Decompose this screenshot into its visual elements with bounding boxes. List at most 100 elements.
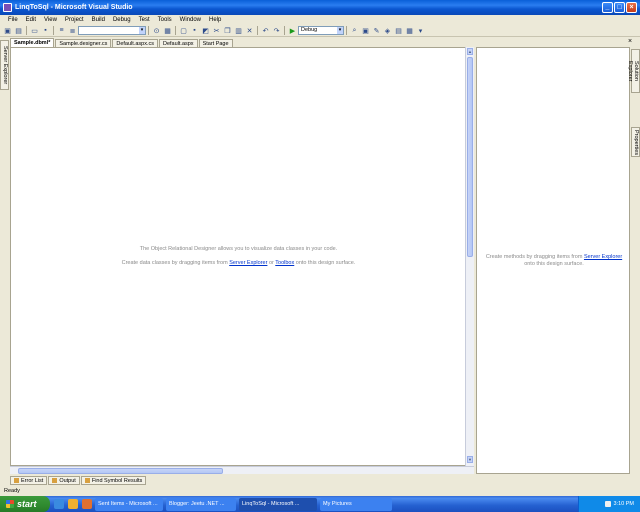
outdent-icon[interactable]: ≣ <box>68 26 77 35</box>
menu-help[interactable]: Help <box>205 17 225 23</box>
menu-tools[interactable]: Tools <box>154 17 176 23</box>
output-icon <box>52 478 58 483</box>
solution-explorer-icon[interactable]: ▣ <box>361 26 370 35</box>
methods-server-explorer-link[interactable]: Server Explorer <box>584 254 622 260</box>
error-list-label: Error List <box>21 477 44 484</box>
designer-instruction-text: Create data classes by dragging items fr… <box>11 260 466 266</box>
start-page-icon[interactable]: ▤ <box>394 26 403 35</box>
designer-instruction-prefix: Create data classes by dragging items fr… <box>121 260 230 266</box>
undo-icon[interactable]: ↶ <box>261 26 270 35</box>
methods-suffix: onto this design surface. <box>524 261 584 267</box>
find-combo[interactable]: ▾ <box>78 26 146 35</box>
class-view-icon[interactable]: ▦ <box>405 26 414 35</box>
toolbar-separator <box>284 26 285 35</box>
save-file-icon[interactable]: ▪ <box>190 26 199 35</box>
toolbox-icon[interactable]: ▦ <box>163 26 172 35</box>
designer-intro-text: The Object Relational Designer allows yo… <box>139 246 338 252</box>
task-blogger[interactable]: Blogger: Jeetu .NET ... <box>166 497 236 511</box>
close-document-icon[interactable]: × <box>628 38 632 45</box>
toolbar-separator <box>175 26 176 35</box>
server-explorer-link[interactable]: Server Explorer <box>229 260 267 266</box>
add-item-icon[interactable]: ▤ <box>14 26 23 35</box>
solution-config-combo[interactable]: Debug ▾ <box>298 26 344 35</box>
find-icon[interactable]: ⊙ <box>152 26 161 35</box>
output-tab[interactable]: Output <box>48 476 80 485</box>
find-in-files-icon[interactable]: ⌕ <box>350 26 359 35</box>
toolbar-separator <box>53 26 54 35</box>
scroll-thumb[interactable] <box>467 57 473 257</box>
solution-config-value: Debug <box>301 27 318 33</box>
error-list-tab[interactable]: Error List <box>10 476 48 485</box>
delete-icon[interactable]: ✕ <box>245 26 254 35</box>
bottom-tool-tabs: Error List Output Find Symbol Results <box>10 476 147 486</box>
redo-icon[interactable]: ↷ <box>272 26 281 35</box>
find-symbol-icon <box>84 478 90 483</box>
toolbar-options-icon[interactable]: ▾ <box>416 26 425 35</box>
cut-icon[interactable]: ✂ <box>212 26 221 35</box>
network-icon[interactable] <box>604 501 611 507</box>
designer-vertical-scrollbar[interactable]: ▲ ▼ <box>465 47 474 466</box>
object-browser-icon[interactable]: ◈ <box>383 26 392 35</box>
output-label: Output <box>59 477 76 484</box>
menu-test[interactable]: Test <box>135 17 154 23</box>
window-title: LinqToSql - Microsoft Visual Studio <box>15 4 133 11</box>
menu-debug[interactable]: Debug <box>109 17 135 23</box>
designer-instruction-suffix: onto this design surface. <box>294 260 356 266</box>
task-my-pictures[interactable]: My Pictures <box>320 497 392 511</box>
close-button[interactable]: × <box>626 2 637 13</box>
or-designer-surface[interactable]: The Object Relational Designer allows yo… <box>10 47 474 466</box>
status-text: Ready <box>4 488 20 494</box>
methods-pane[interactable]: Create methods by dragging items from Se… <box>476 47 630 474</box>
start-button[interactable]: start <box>0 496 50 512</box>
clock[interactable]: 3:10 PM <box>614 501 634 507</box>
scroll-thumb[interactable] <box>18 468 223 474</box>
find-symbol-label: Find Symbol Results <box>91 477 143 484</box>
toolbar-separator <box>346 26 347 35</box>
task-linqtosql[interactable]: LinqToSql - Microsoft ... <box>239 497 317 511</box>
minimize-button[interactable]: _ <box>602 2 613 13</box>
title-bar: LinqToSql - Microsoft Visual Studio _ □ … <box>0 0 640 15</box>
properties-tab[interactable]: Properties <box>631 127 640 157</box>
right-tool-strip: Solution Explorer Properties <box>627 47 640 477</box>
toolbar-separator <box>26 26 27 35</box>
designer-horizontal-scrollbar[interactable] <box>10 466 474 474</box>
server-explorer-tab[interactable]: Server Explorer <box>0 40 9 90</box>
methods-prefix: Create methods by dragging items from <box>485 254 584 260</box>
firefox-icon[interactable] <box>82 499 92 509</box>
menu-edit[interactable]: Edit <box>22 17 40 23</box>
properties-icon[interactable]: ✎ <box>372 26 381 35</box>
save-icon[interactable]: ▪ <box>41 26 50 35</box>
task-sent-items[interactable]: Sent Items - Microsoft ... <box>95 497 163 511</box>
start-label: start <box>17 499 37 509</box>
visual-studio-icon <box>3 3 12 12</box>
internet-explorer-icon[interactable] <box>54 499 64 509</box>
error-list-icon <box>14 478 19 483</box>
new-project-icon[interactable]: ▣ <box>3 26 12 35</box>
indent-icon[interactable]: ≡ <box>57 26 66 35</box>
outlook-icon[interactable] <box>68 499 78 509</box>
menu-window[interactable]: Window <box>176 17 205 23</box>
save-all-icon[interactable]: ◩ <box>201 26 210 35</box>
menu-file[interactable]: File <box>4 17 22 23</box>
toolbar-separator <box>148 26 149 35</box>
paste-icon[interactable]: ▥ <box>234 26 243 35</box>
windows-taskbar: start Sent Items - Microsoft ... Blogger… <box>0 496 640 512</box>
solution-explorer-tab[interactable]: Solution Explorer <box>627 49 640 93</box>
toolbox-link[interactable]: Toolbox <box>275 260 294 266</box>
open-file-icon[interactable]: ▭ <box>30 26 39 35</box>
chevron-down-icon: ▾ <box>139 27 145 34</box>
maximize-button[interactable]: □ <box>614 2 625 13</box>
standard-toolbar: ▣ ▤ ▭ ▪ ≡ ≣ ▾ ⊙ ▦ ▢ ▪ ◩ ✂ ❐ ▥ ✕ ↶ ↷ ▶ De… <box>0 25 640 37</box>
menu-build[interactable]: Build <box>88 17 109 23</box>
scroll-up-icon[interactable]: ▲ <box>467 48 473 55</box>
new-file-icon[interactable]: ▢ <box>179 26 188 35</box>
copy-icon[interactable]: ❐ <box>223 26 232 35</box>
menu-project[interactable]: Project <box>61 17 88 23</box>
menu-view[interactable]: View <box>40 17 61 23</box>
toolbar-separator <box>257 26 258 35</box>
chevron-down-icon: ▾ <box>337 27 343 34</box>
start-debugging-icon[interactable]: ▶ <box>288 26 297 35</box>
find-symbol-results-tab[interactable]: Find Symbol Results <box>80 476 147 485</box>
system-tray: 3:10 PM <box>578 496 640 512</box>
scroll-down-icon[interactable]: ▼ <box>467 456 473 463</box>
